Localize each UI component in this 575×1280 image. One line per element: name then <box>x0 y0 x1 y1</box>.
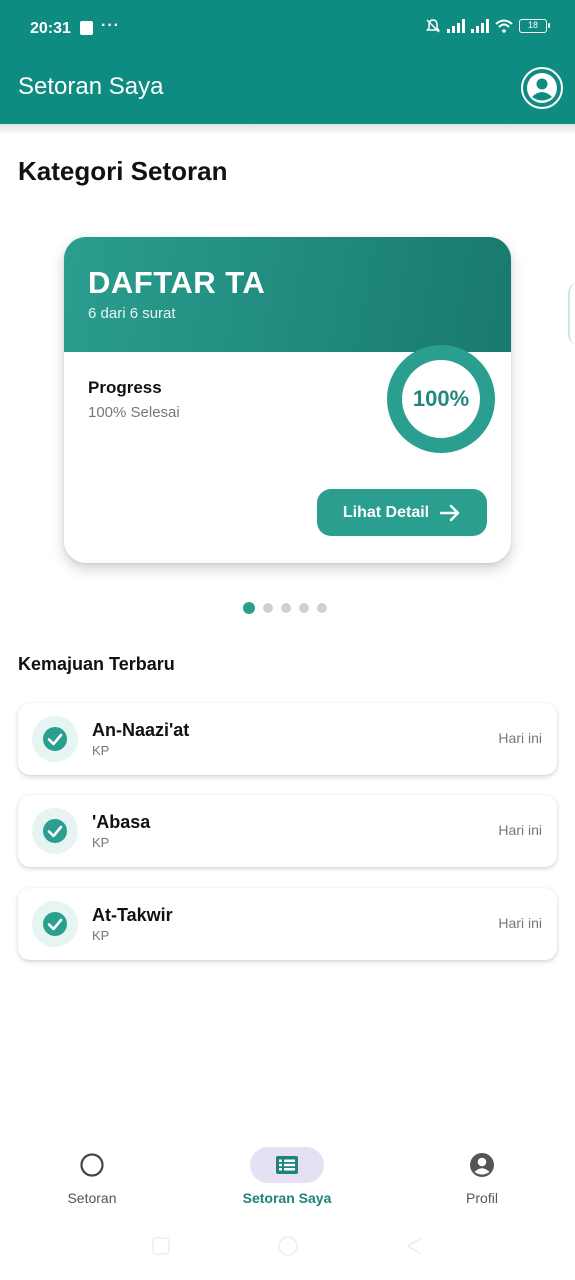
battery-icon: 18 <box>519 19 550 33</box>
view-detail-label: Lihat Detail <box>342 503 430 521</box>
nav-item-setoran[interactable]: Setoran <box>0 1140 187 1220</box>
signal-icon <box>447 19 465 33</box>
app-bar-shadow <box>0 124 575 134</box>
card-title: DAFTAR TA <box>88 265 266 300</box>
nav-label: Setoran <box>67 1190 117 1206</box>
progress-status: 100% Selesai <box>88 404 180 421</box>
item-time: Hari ini <box>498 822 542 838</box>
check-circle-icon <box>32 716 78 762</box>
back-icon <box>406 1237 422 1255</box>
carousel-indicator <box>243 602 327 614</box>
card-header: DAFTAR TA 6 dari 6 surat <box>64 237 511 352</box>
home-icon <box>278 1236 298 1256</box>
nav-label: Profil <box>466 1190 498 1206</box>
bottom-navigation: Setoran Setoran Saya Profil <box>0 1140 575 1220</box>
surah-name: 'Abasa <box>92 812 151 832</box>
check-circle-icon <box>32 808 78 854</box>
arrow-right-icon <box>439 504 460 521</box>
status-time: 20:31 <box>30 20 71 37</box>
carousel-dot[interactable] <box>281 603 291 613</box>
list-item[interactable]: 'Abasa KP Hari ini <box>18 795 557 867</box>
surah-type: KP <box>92 743 110 758</box>
account-circle-icon <box>445 1147 519 1183</box>
surah-type: KP <box>92 835 110 850</box>
progress-ring: 100% <box>387 345 495 453</box>
nav-item-profil[interactable]: Profil <box>387 1140 575 1220</box>
surah-name: At-Takwir <box>92 905 173 925</box>
shopping-bag-icon <box>80 21 93 35</box>
surah-name: An-Naazi'at <box>92 720 190 740</box>
carousel-dot[interactable] <box>243 602 255 614</box>
more-notifications: ··· <box>101 17 120 34</box>
page-title: Setoran Saya <box>18 73 164 100</box>
list-item[interactable]: At-Takwir KP Hari ini <box>18 888 557 960</box>
surah-type: KP <box>92 928 110 943</box>
account-circle-icon[interactable] <box>521 67 563 109</box>
progress-value: 100% <box>412 386 470 411</box>
category-card[interactable]: DAFTAR TA 6 dari 6 surat Progress 100% S… <box>64 237 511 563</box>
card-subtitle: 6 dari 6 surat <box>88 305 176 322</box>
system-navigation <box>0 1234 575 1264</box>
recent-apps-icon <box>152 1237 170 1255</box>
progress-label: Progress <box>88 378 162 397</box>
nav-item-setoran-saya[interactable]: Setoran Saya <box>192 1140 382 1220</box>
carousel-dot[interactable] <box>263 603 273 613</box>
circle-icon <box>55 1147 129 1183</box>
item-time: Hari ini <box>498 730 542 746</box>
check-circle-icon <box>32 901 78 947</box>
wifi-icon <box>495 19 513 33</box>
status-icons: 18 <box>425 18 550 34</box>
signal-icon <box>471 19 489 33</box>
status-bar: 20:31 ··· 18 <box>0 0 575 58</box>
nav-label: Setoran Saya <box>242 1190 332 1206</box>
carousel-dot[interactable] <box>299 603 309 613</box>
section-title: Kategori Setoran <box>18 156 228 186</box>
item-time: Hari ini <box>498 915 542 931</box>
list-icon <box>250 1147 324 1183</box>
bell-off-icon <box>426 19 440 33</box>
next-card-peek[interactable] <box>568 283 575 345</box>
app-bar: Setoran Saya <box>0 58 575 124</box>
list-item[interactable]: An-Naazi'at KP Hari ini <box>18 703 557 775</box>
view-detail-button[interactable]: Lihat Detail <box>317 489 487 536</box>
recent-progress-title: Kemajuan Terbaru <box>18 654 175 674</box>
carousel-dot[interactable] <box>317 603 327 613</box>
